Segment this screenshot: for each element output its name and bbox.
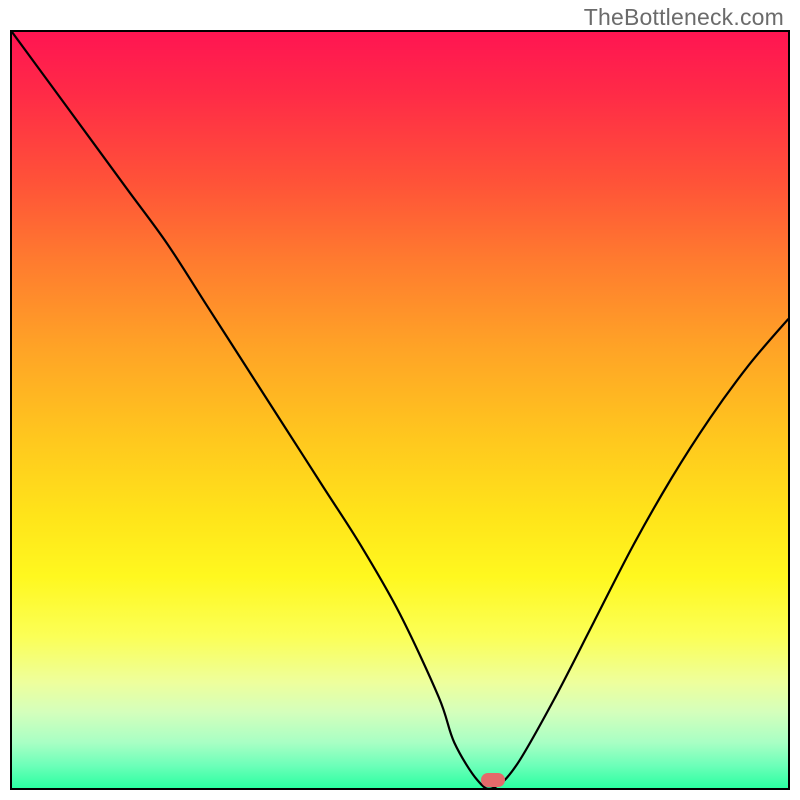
- plot-area: [10, 30, 790, 790]
- chart-frame: TheBottleneck.com: [0, 0, 800, 800]
- bottleneck-curve: [12, 32, 788, 788]
- optimal-point-marker: [481, 773, 505, 787]
- watermark-text: TheBottleneck.com: [584, 4, 784, 31]
